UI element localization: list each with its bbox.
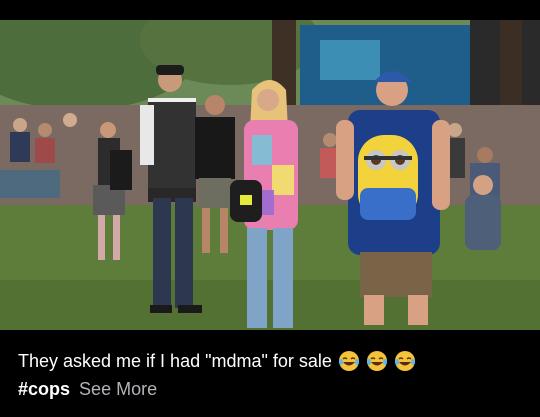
stage-visual xyxy=(320,40,380,80)
post-caption: They asked me if I had "mdma" for sale #… xyxy=(0,330,540,417)
see-more-link[interactable]: See More xyxy=(79,379,157,399)
laughing-tears-icon xyxy=(394,351,415,371)
post-frame: They asked me if I had "mdma" for sale #… xyxy=(0,0,540,417)
laughing-tears-icon xyxy=(366,351,387,371)
caption-footer: #cops See More xyxy=(18,378,157,400)
caption-line: They asked me if I had "mdma" for sale xyxy=(18,350,416,372)
laughing-tears-icon xyxy=(338,351,359,371)
caption-text: They asked me if I had "mdma" for sale xyxy=(18,351,332,371)
minion-backpack xyxy=(358,135,418,220)
festival-photo xyxy=(0,20,540,330)
hashtag-link[interactable]: #cops xyxy=(18,379,70,399)
grass-shadow xyxy=(0,280,540,330)
